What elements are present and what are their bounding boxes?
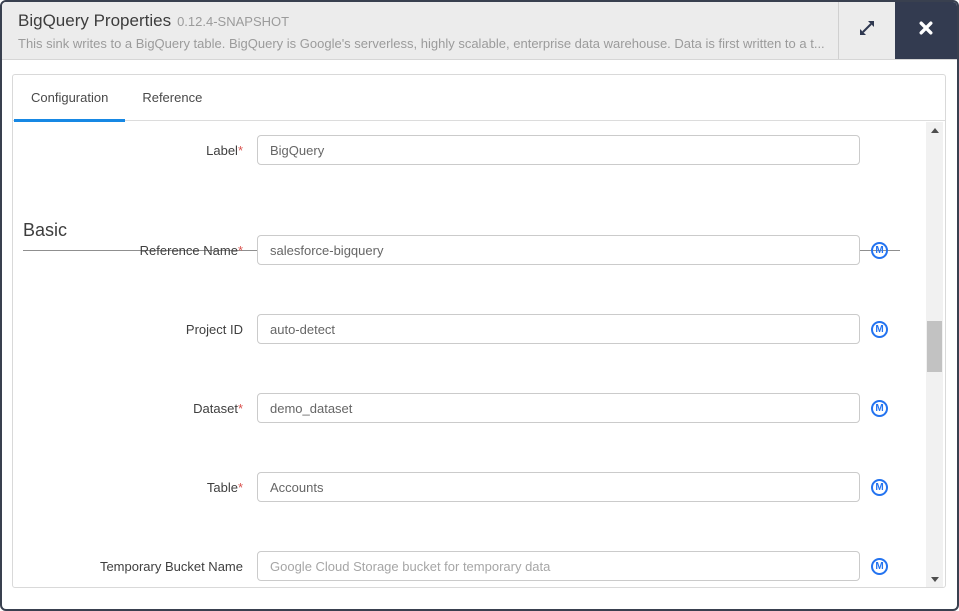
- scrollbar-thumb[interactable]: [927, 321, 942, 372]
- field-label-text: Reference Name: [139, 242, 238, 258]
- macro-icon[interactable]: M: [871, 320, 888, 338]
- field-label: Project ID: [13, 322, 243, 337]
- tab-configuration[interactable]: Configuration: [14, 75, 126, 122]
- field-label-text: Table: [206, 479, 238, 495]
- macro-icon[interactable]: M: [871, 399, 888, 417]
- scrollbar-up-arrow[interactable]: [926, 122, 943, 138]
- table-input[interactable]: [257, 472, 860, 502]
- reference-name-input[interactable]: [257, 235, 860, 265]
- field-label: Dataset*: [13, 401, 243, 416]
- field-row-reference-name: Reference Name* M: [13, 235, 888, 265]
- plugin-version: 0.12.4-SNAPSHOT: [177, 14, 290, 29]
- required-asterisk: *: [237, 400, 243, 416]
- scrollbar-down-arrow[interactable]: [926, 571, 943, 587]
- tab-configuration-label: Configuration: [31, 90, 109, 105]
- plugin-description: This sink writes to a BigQuery table. Bi…: [18, 36, 825, 51]
- temporary-bucket-name-input[interactable]: [257, 551, 860, 581]
- macro-icon[interactable]: M: [871, 557, 888, 575]
- dialog-header-text: BigQuery Properties 0.12.4-SNAPSHOT This …: [2, 2, 838, 59]
- tab-bar: Configuration Reference: [13, 75, 945, 122]
- field-row-table: Table* M: [13, 472, 888, 502]
- field-label: Table*: [13, 480, 243, 495]
- required-asterisk: *: [237, 479, 243, 495]
- field-label-text: Temporary Bucket Name: [99, 558, 243, 574]
- close-button[interactable]: [895, 2, 957, 59]
- triangle-down-icon: [930, 576, 939, 582]
- project-id-input[interactable]: [257, 314, 860, 344]
- macro-icon[interactable]: M: [871, 478, 888, 496]
- close-icon: [918, 20, 934, 41]
- field-label: Temporary Bucket Name: [13, 559, 243, 574]
- field-label-text: Label: [206, 142, 238, 158]
- page-title: BigQuery Properties: [18, 11, 172, 30]
- expand-button[interactable]: [838, 2, 895, 59]
- properties-panel: Configuration Reference Label* Basic Ref…: [12, 74, 946, 588]
- configuration-form: Label* Basic Reference Name* M Project I…: [13, 122, 926, 587]
- dataset-input[interactable]: [257, 393, 860, 423]
- field-label: Reference Name*: [13, 243, 243, 258]
- bigquery-properties-dialog: BigQuery Properties 0.12.4-SNAPSHOT This …: [0, 0, 959, 611]
- macro-icon[interactable]: M: [871, 241, 888, 259]
- required-asterisk: *: [237, 142, 243, 158]
- field-row-project-id: Project ID M: [13, 314, 888, 344]
- field-label-text: Project ID: [185, 321, 243, 337]
- scrollbar[interactable]: [926, 122, 943, 587]
- dialog-header: BigQuery Properties 0.12.4-SNAPSHOT This …: [2, 2, 957, 60]
- field-row-temporary-bucket-name: Temporary Bucket Name M: [13, 551, 888, 581]
- tab-reference[interactable]: Reference: [125, 75, 219, 120]
- expand-diagonal-arrows-icon: [857, 18, 877, 43]
- field-label-text: Dataset: [193, 400, 238, 416]
- triangle-up-icon: [930, 127, 939, 133]
- field-label: Label*: [13, 143, 243, 158]
- field-row-label: Label*: [13, 135, 860, 165]
- tab-reference-label: Reference: [142, 90, 203, 105]
- required-asterisk: *: [237, 242, 243, 258]
- label-input[interactable]: [257, 135, 860, 165]
- field-row-dataset: Dataset* M: [13, 393, 888, 423]
